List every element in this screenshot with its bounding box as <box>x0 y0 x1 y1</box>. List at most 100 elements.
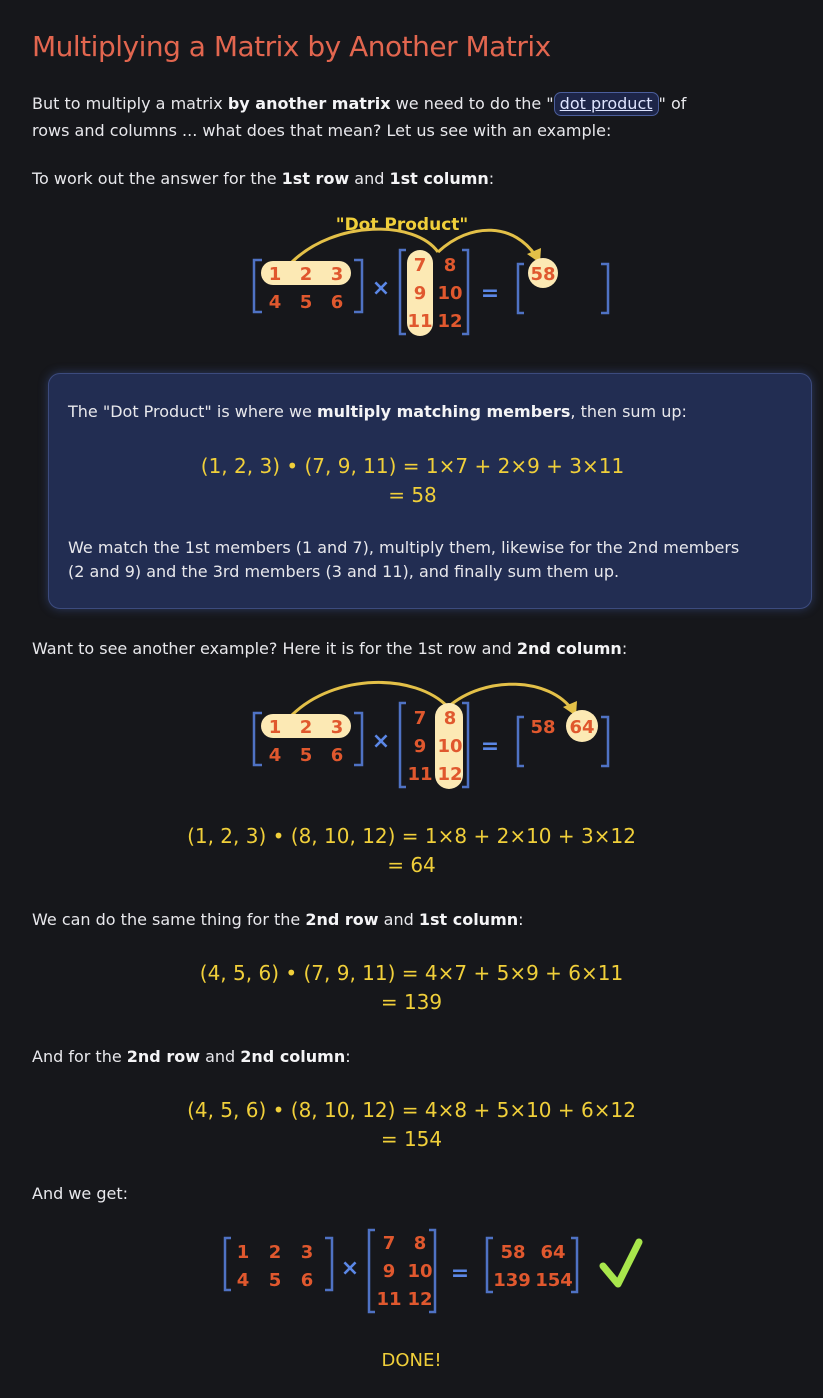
step1-part3: : <box>488 169 495 188</box>
bracket-right <box>601 715 610 768</box>
bracket-right <box>354 711 364 767</box>
equals-sign: = <box>481 734 499 759</box>
matrix-a-cell: 5 <box>269 1270 282 1291</box>
step4-text: And for the 2nd row and 2nd column: <box>32 1043 351 1070</box>
equation-line: (4, 5, 6) • (8, 10, 12) = 4×8 + 5×10 + 6… <box>187 1098 636 1122</box>
matrix-a-cell: 3 <box>301 1242 314 1263</box>
matrix-diagram-row1-col1: "Dot Product" 1 2 3 4 5 6 × 7 8 9 10 11 … <box>252 215 610 336</box>
matrix-a-cell: 5 <box>300 292 313 313</box>
intro-text-3: " of <box>658 94 687 113</box>
infobox-text-2: , then sum up: <box>570 402 687 421</box>
step3-bold2: 1st column <box>418 910 519 929</box>
matrix-b-cell: 11 <box>407 764 432 785</box>
step3-text: We can do the same thing for the 2nd row… <box>32 906 524 933</box>
step3-part1: We can do the same thing for the <box>32 910 306 929</box>
step3-part2: and <box>378 910 419 929</box>
equation-row1-col2: (1, 2, 3) • (8, 10, 12) = 1×8 + 2×10 + 3… <box>0 822 823 880</box>
matrix-b-cell: 7 <box>414 255 427 276</box>
matrix-b-cell: 10 <box>437 283 462 304</box>
result-cell: 64 <box>540 1242 565 1263</box>
explanation-line: (2 and 9) and the 3rd members (3 and 11)… <box>68 562 620 581</box>
bracket-left <box>398 248 406 336</box>
intro-line-2: rows and columns ... what does that mean… <box>32 121 612 140</box>
equation-result: = 64 <box>387 853 436 877</box>
bracket-right <box>354 258 364 314</box>
matrix-a-cell: 4 <box>237 1270 250 1291</box>
intro-text-2: we need to do the " <box>390 94 554 113</box>
equation-line: (1, 2, 3) • (7, 9, 11) = 1×7 + 2×9 + 3×1… <box>200 454 625 478</box>
infobox-intro: The "Dot Product" is where we multiply m… <box>68 398 687 425</box>
bracket-left <box>252 711 262 767</box>
matrix-b-cell: 9 <box>414 736 427 757</box>
matrix-a-cell: 6 <box>331 745 344 766</box>
times-sign: × <box>341 1256 359 1281</box>
step2-part2: : <box>621 639 628 658</box>
bracket-right <box>601 262 610 315</box>
bracket-left <box>252 258 262 314</box>
step4-part2: and <box>199 1047 241 1066</box>
matrix-b-cell: 10 <box>437 736 462 757</box>
page-title: Multiplying a Matrix by Another Matrix <box>32 30 551 63</box>
equation-result: = 58 <box>388 483 437 507</box>
matrix-b-cell: 12 <box>407 1289 432 1310</box>
bracket-right <box>462 248 470 336</box>
step3-part3: : <box>518 910 524 929</box>
bracket-left <box>223 1236 231 1292</box>
result-cell: 154 <box>535 1270 573 1291</box>
step1-part1: To work out the answer for the <box>32 169 282 188</box>
matrix-a-cell: 4 <box>269 745 282 766</box>
step5-text: And we get: <box>32 1184 129 1203</box>
result-cell: 58 <box>530 264 555 285</box>
bracket-left <box>398 701 406 789</box>
matrix-diagram-row1-col2: 1 2 3 4 5 6 × 7 8 9 10 11 12 = 58 64 <box>252 681 610 789</box>
equation-line: (4, 5, 6) • (7, 9, 11) = 4×7 + 5×9 + 6×1… <box>199 961 624 985</box>
matrix-b-cell: 10 <box>407 1261 432 1282</box>
equation-line: (1, 2, 3) • (8, 10, 12) = 1×8 + 2×10 + 3… <box>187 824 636 848</box>
dot-product-link[interactable]: dot product <box>553 92 659 116</box>
matrix-a-cell: 5 <box>300 745 313 766</box>
step1-text: To work out the answer for the 1st row a… <box>32 165 494 192</box>
matrix-a-cell: 4 <box>269 292 282 313</box>
step4-bold1: 2nd row <box>126 1047 200 1066</box>
step2-bold1: 2nd column <box>516 639 622 658</box>
times-sign: × <box>372 276 390 301</box>
intro-bold: by another matrix <box>227 94 391 113</box>
step3-bold1: 2nd row <box>305 910 379 929</box>
matrix-b-cell: 11 <box>376 1289 401 1310</box>
step1-bold1: 1st row <box>281 169 350 188</box>
infobox-text: The "Dot Product" is where we <box>68 402 317 421</box>
matrix-b-cell: 11 <box>407 311 432 332</box>
matrix-a-cell: 2 <box>300 717 313 738</box>
matrix-b-cell: 8 <box>444 708 457 729</box>
infobox-explanation: We match the 1st members (1 and 7), mult… <box>68 536 739 584</box>
matrix-b-cell: 7 <box>414 708 427 729</box>
matrix-b-cell: 7 <box>383 1233 396 1254</box>
bracket-left <box>516 715 524 768</box>
bracket-right <box>325 1236 334 1292</box>
result-cell: 64 <box>569 717 594 738</box>
step2-part1: Want to see another example? Here it is … <box>32 639 517 658</box>
step1-bold2: 1st column <box>389 169 489 188</box>
bracket-left <box>516 262 524 315</box>
dot-product-info-box: The "Dot Product" is where we multiply m… <box>48 373 812 609</box>
matrix-a-cell: 3 <box>331 717 344 738</box>
matrix-a-cell: 2 <box>269 1242 282 1263</box>
matrix-a-cell: 2 <box>300 264 313 285</box>
equation-result: = 154 <box>380 1127 443 1151</box>
result-cell: 58 <box>500 1242 525 1263</box>
equals-sign: = <box>481 281 499 306</box>
matrix-a-cell: 6 <box>301 1270 314 1291</box>
matrix-a-cell: 1 <box>237 1242 250 1263</box>
matrix-b-cell: 12 <box>437 311 462 332</box>
times-sign: × <box>372 729 390 754</box>
matrix-a-cell: 6 <box>331 292 344 313</box>
matrix-a-cell: 3 <box>331 264 344 285</box>
infobox-equation: (1, 2, 3) • (7, 9, 11) = 1×7 + 2×9 + 3×1… <box>1 452 823 510</box>
step2-text: Want to see another example? Here it is … <box>32 635 627 662</box>
checkmark-icon <box>599 1238 643 1288</box>
matrix-b-cell: 9 <box>383 1261 396 1282</box>
matrix-b-cell: 12 <box>437 764 462 785</box>
matrix-a-cell: 1 <box>269 264 282 285</box>
infobox-bold: multiply matching members <box>316 402 571 421</box>
intro-text: But to multiply a matrix <box>32 94 228 113</box>
